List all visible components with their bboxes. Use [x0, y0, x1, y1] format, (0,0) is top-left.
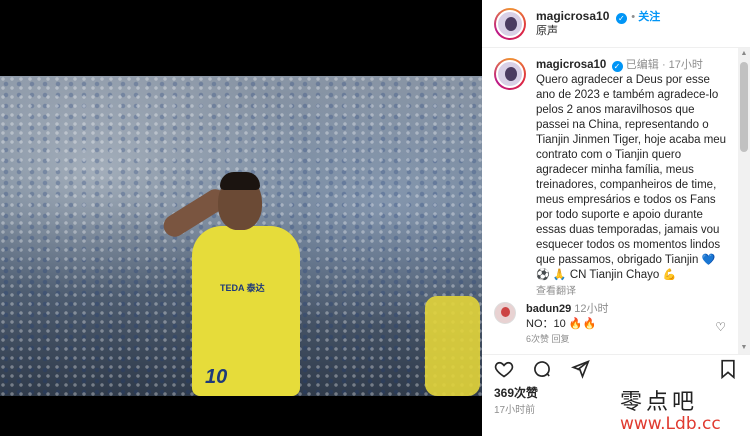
comment-meta[interactable]: 6次赞 回复: [526, 332, 609, 347]
watermark-url: www.Ldb.cc: [620, 414, 721, 434]
caption: magicrosa10 ✓ 已编辑 · 17小时 Quero agradecer…: [536, 59, 728, 299]
verified-icon: ✓: [615, 13, 627, 24]
post-timestamp: 17小时前: [494, 405, 536, 416]
site-watermark: 零点吧 www.Ldb.cc: [620, 384, 721, 434]
follow-button[interactable]: 关注: [638, 11, 660, 23]
post-header: magicrosa10 ✓ • 关注 原声: [482, 0, 750, 48]
heart-icon[interactable]: [492, 357, 516, 381]
comment-age: 12小时: [574, 303, 609, 315]
verified-icon: ✓: [611, 61, 623, 72]
watermark-cn: 零点吧: [620, 390, 699, 415]
comment-text: NO：10: [526, 318, 566, 330]
fire-icon: 🔥🔥: [568, 318, 597, 330]
comment-like-icon[interactable]: ♡: [715, 320, 726, 334]
post-panel: magicrosa10 ✓ • 关注 原声 magicrosa10 ✓ 已编辑 …: [482, 0, 750, 436]
caption-author-avatar[interactable]: [494, 58, 526, 90]
see-translation-link[interactable]: 查看翻译: [536, 284, 728, 299]
post-photo[interactable]: TEDA 泰达 10: [0, 76, 482, 396]
caption-text: Quero agradecer a Deus por esse ano de 2…: [536, 74, 727, 266]
edited-label: 已编辑: [625, 59, 659, 71]
scroll-up-icon[interactable]: ▲: [738, 48, 750, 60]
audio-label[interactable]: 原声: [536, 24, 660, 38]
soccer-ball-icon: ⚽: [536, 269, 550, 281]
heart-emoji-icon: 💙: [701, 254, 716, 266]
author-username[interactable]: magicrosa10: [536, 9, 609, 23]
caption-tail: CN Tianjin Chayo: [569, 269, 660, 281]
media-pane: TEDA 泰达 10: [0, 0, 482, 436]
scrollbar-thumb[interactable]: [740, 62, 748, 152]
praying-hands-icon: 🙏: [552, 269, 567, 281]
commenter-username[interactable]: badun29: [526, 303, 571, 315]
flex-icon: 💪: [662, 269, 677, 281]
scroll-down-icon[interactable]: ▼: [738, 342, 750, 354]
comment-item: badun29 12小时 NO：10 🔥🔥 6次赞 回复 ♡: [494, 302, 726, 347]
bookmark-icon[interactable]: [716, 357, 740, 381]
comment-icon[interactable]: [530, 357, 554, 381]
likes-count[interactable]: 369次赞: [494, 384, 538, 401]
share-icon[interactable]: [568, 357, 592, 381]
caption-age: 17小时: [668, 59, 703, 71]
caption-author[interactable]: magicrosa10: [536, 59, 606, 71]
jersey-sponsor: TEDA 泰达: [220, 283, 265, 293]
jersey-number: 10: [205, 366, 228, 388]
action-bar: [482, 354, 750, 382]
author-avatar[interactable]: [494, 7, 526, 40]
background-player: [425, 296, 480, 396]
player-hair: [220, 172, 260, 190]
scrollbar[interactable]: ▲ ▼: [738, 48, 750, 354]
commenter-avatar[interactable]: [494, 302, 516, 324]
